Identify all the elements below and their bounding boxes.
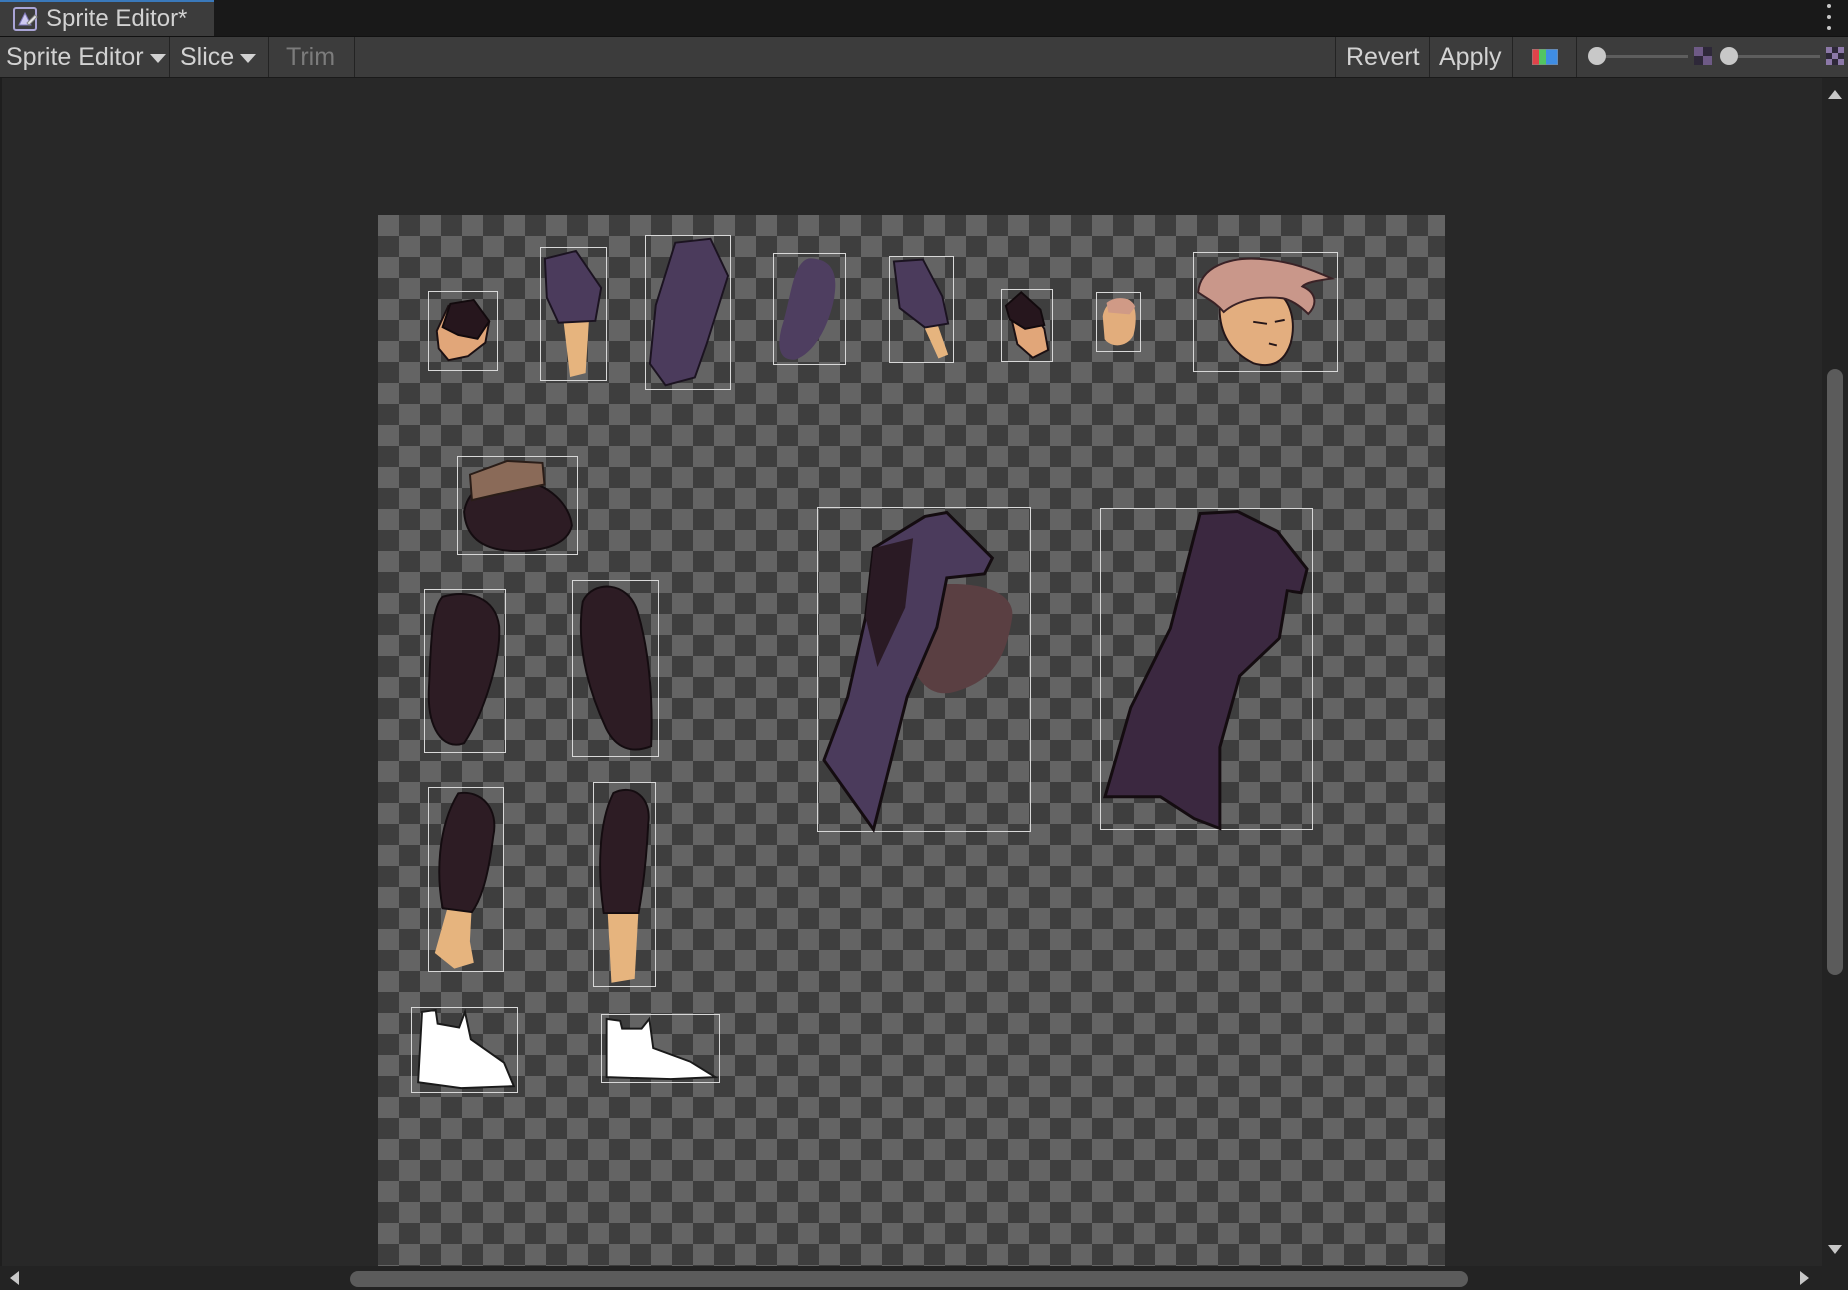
revert-button[interactable]: Revert: [1335, 37, 1430, 77]
sprite-head: [1197, 257, 1336, 367]
scroll-down-icon[interactable]: [1828, 1245, 1842, 1254]
mipmap-high-icon: [1826, 47, 1844, 65]
sprite-rect-head[interactable]: [1193, 252, 1338, 372]
tab-sprite-editor[interactable]: Sprite Editor*: [0, 0, 214, 36]
zoom-slider-track[interactable]: [1596, 55, 1688, 58]
apply-button[interactable]: Apply: [1430, 37, 1513, 77]
sprite-rect-upper-arm-sleeve-1[interactable]: [645, 235, 731, 390]
scroll-right-icon[interactable]: [1800, 1271, 1809, 1285]
sprite-rect-forearm-sleeve-2[interactable]: [889, 256, 954, 363]
sprite-forearm-sleeve-1: [543, 249, 603, 378]
sprite-viewport[interactable]: [0, 78, 1822, 1282]
tab-title: Sprite Editor*: [46, 5, 188, 32]
sprite-shin-left: [434, 791, 496, 969]
sprite-coat-back: [1102, 509, 1309, 831]
revert-label: Revert: [1346, 42, 1420, 71]
chevron-down-icon: [240, 53, 257, 63]
sprite-foot-left: [417, 1008, 516, 1090]
sprite-upper-arm-plain: [779, 258, 836, 360]
sprite-shin-right: [599, 788, 650, 983]
sprite-rect-hand-small[interactable]: [1096, 292, 1141, 352]
sprite-rect-hand-left-fist[interactable]: [428, 291, 498, 371]
mipmap-low-icon: [1694, 47, 1712, 65]
sprite-rect-foot-right[interactable]: [601, 1014, 720, 1083]
sprite-rect-coat-back[interactable]: [1100, 508, 1313, 831]
scrollbar-corner: [1822, 1266, 1848, 1290]
mode-dropdown-label: Sprite Editor: [6, 42, 144, 71]
sprite-upper-arm-sleeve-1: [648, 237, 730, 387]
sprite-rect-forearm-sleeve-1[interactable]: [540, 247, 607, 381]
apply-label: Apply: [1439, 42, 1502, 71]
scroll-up-icon[interactable]: [1828, 90, 1842, 99]
sprite-thigh-right: [579, 585, 653, 751]
sprite-rect-shin-right[interactable]: [593, 782, 656, 987]
mode-dropdown[interactable]: Sprite Editor: [0, 37, 170, 77]
horizontal-scroll-thumb[interactable]: [350, 1271, 1468, 1287]
slice-dropdown-label: Slice: [180, 42, 235, 71]
sprite-rect-torso-coat[interactable]: [817, 507, 1031, 833]
sprite-editor-toolbar: Sprite Editor Slice Trim Revert Apply: [0, 37, 1848, 78]
sprite-rect-thigh-left[interactable]: [424, 589, 506, 753]
more-options-icon[interactable]: [1824, 4, 1834, 30]
slice-dropdown[interactable]: Slice: [170, 37, 269, 77]
color-channel-toggle[interactable]: [1513, 37, 1577, 77]
trim-button[interactable]: Trim: [269, 37, 355, 77]
scroll-left-icon[interactable]: [10, 1271, 19, 1285]
sprite-editor-icon: [10, 4, 40, 34]
sprite-rect-shin-left[interactable]: [428, 787, 504, 972]
sprite-hand-right-pointing: [1004, 291, 1050, 359]
trim-label: Trim: [286, 42, 336, 71]
sprite-forearm-sleeve-2: [892, 258, 950, 359]
mip-slider-handle[interactable]: [1720, 47, 1738, 65]
horizontal-scrollbar[interactable]: [0, 1266, 1822, 1290]
rgb-channels-icon: [1531, 49, 1558, 65]
window-titlebar: Sprite Editor*: [0, 0, 1848, 37]
chevron-down-icon: [149, 53, 166, 63]
sprite-foot-right: [605, 1016, 719, 1081]
sprite-hand-left-fist: [435, 298, 491, 362]
vertical-scroll-thumb[interactable]: [1827, 369, 1843, 975]
sprite-torso-coat: [822, 510, 1013, 833]
texture-canvas[interactable]: [378, 215, 1445, 1282]
sprite-thigh-left: [427, 593, 501, 746]
sprite-rect-foot-left[interactable]: [411, 1007, 518, 1093]
sprite-rect-hand-right-pointing[interactable]: [1001, 289, 1053, 362]
sprite-hand-small: [1102, 298, 1136, 346]
sprite-rect-upper-arm-plain[interactable]: [773, 253, 846, 365]
sprite-pelvis-belt: [463, 459, 573, 553]
mip-slider-track[interactable]: [1727, 55, 1820, 58]
zoom-slider-handle[interactable]: [1588, 47, 1606, 65]
sprite-rect-pelvis-belt[interactable]: [457, 456, 578, 555]
sprite-rect-thigh-right[interactable]: [572, 580, 659, 757]
vertical-scrollbar[interactable]: [1822, 78, 1848, 1266]
